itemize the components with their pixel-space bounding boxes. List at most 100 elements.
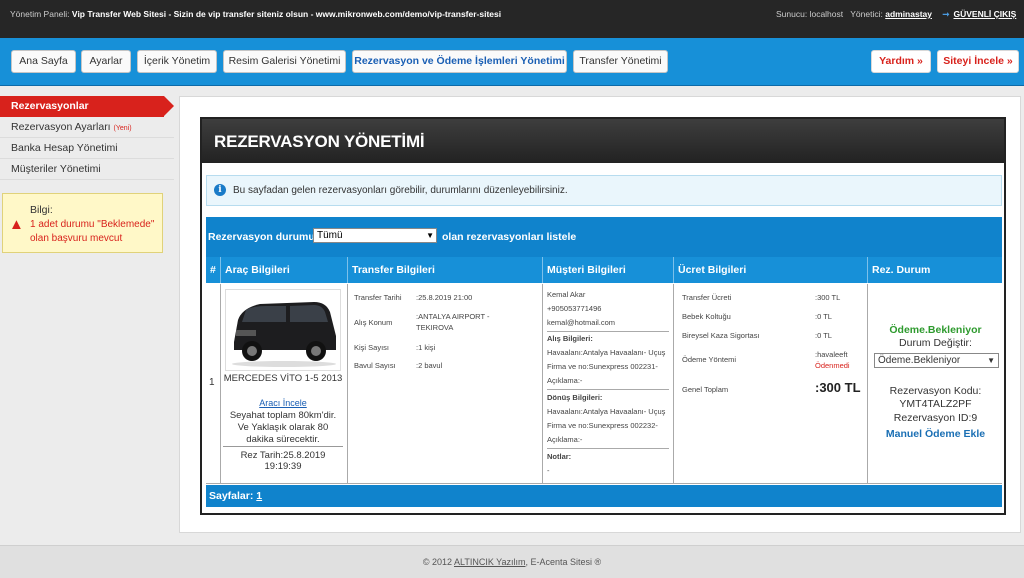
pickup-airport: Havaalanı:Antalya Havaalanı- Uçuş — [547, 348, 666, 357]
table-header: # Araç Bilgileri Transfer Bilgileri Müşt… — [206, 257, 1002, 283]
customer-name: Kemal Akar — [547, 290, 586, 299]
luggage-count-value: :2 bavul — [416, 361, 443, 370]
main-nav: Ana Sayfa Ayarlar İçerik Yönetim Resim G… — [0, 38, 1024, 86]
dropdown-arrow-icon: ▼ — [987, 356, 995, 365]
status-filter-select[interactable]: Tümü ▼ — [313, 228, 437, 243]
session-info: Sunucu: localhost Yönetici: adminastay ➞… — [776, 9, 1016, 20]
filter-suffix: olan rezervasyonları listele — [442, 231, 577, 243]
view-site-button[interactable]: Siteyi İncele » — [937, 50, 1019, 73]
view-vehicle-link[interactable]: Aracı İncele — [223, 398, 343, 408]
info-label: Bilgi: — [30, 204, 53, 216]
insurance-label: Bireysel Kaza Sigortası — [682, 331, 760, 340]
top-bar: Yönetim Paneli: Vip Transfer Web Sitesi … — [0, 0, 1024, 38]
filter-label: Rezervasyon durumu — [208, 231, 315, 243]
col-header-status: Rez. Durum — [867, 257, 1002, 283]
cell-transfer: Transfer Tarihi :25.8.2019 21:00 Alış Ko… — [347, 284, 542, 484]
notice-box: i Bu sayfadan gelen rezervasyonları göreb… — [206, 175, 1002, 206]
pickup-flight: Firma ve no:Sunexpress 002231- — [547, 362, 658, 371]
table-row: 1 MERCEDES VİTO 1-5 2013 Aracı İncele Se… — [206, 284, 1002, 484]
transfer-fee-label: Transfer Ücreti — [682, 293, 732, 302]
cell-price: Transfer Ücreti :300 TL Bebek Koltuğu :0… — [673, 284, 867, 484]
col-header-vehicle: Araç Bilgileri — [220, 257, 347, 283]
admin-link[interactable]: adminastay — [885, 9, 932, 19]
cell-vehicle: MERCEDES VİTO 1-5 2013 Aracı İncele Seya… — [220, 284, 347, 484]
nav-transfer[interactable]: Transfer Yönetimi — [573, 50, 668, 73]
cell-no: 1 — [206, 284, 220, 484]
status-current: Ödeme.Bekleniyor — [889, 324, 982, 336]
new-badge: (Yeni) — [113, 125, 132, 132]
payment-method-label: Ödeme Yöntemi — [682, 355, 737, 364]
sidebar-item-reservations[interactable]: Rezervasyonlar — [0, 96, 174, 117]
server-label: Sunucu: — [776, 9, 808, 19]
panel-label: Yönetim Paneli: — [10, 9, 70, 19]
row-number: 1 — [209, 377, 215, 388]
pickup-location-value: :ANTALYA AIRPORT - TEKIROVA — [416, 312, 490, 332]
pickup-location-label: Alış Konum — [354, 318, 393, 327]
status-select-value: Ödeme.Bekleniyor — [878, 355, 961, 366]
reservation-date: Rez Tarih:25.8.2019 19:19:39 — [223, 446, 343, 472]
col-header-customer: Müşteri Bilgileri — [542, 257, 673, 283]
reservation-code-label: Rezervasyon Kodu: — [889, 385, 982, 397]
transfer-date-value: :25.8.2019 21:00 — [416, 293, 473, 302]
content-area: REZERVASYON YÖNETİMİ i Bu sayfadan gelen … — [179, 96, 1021, 533]
van-illustration — [226, 290, 340, 370]
sidebar-item-label: Müşteriler Yönetimi — [11, 163, 101, 175]
baby-seat-value: :0 TL — [815, 312, 832, 321]
return-info-title: Dönüş Bilgileri: — [547, 393, 603, 402]
nav-home[interactable]: Ana Sayfa — [11, 50, 76, 73]
reservation-id-label: Rezervasyon ID: — [893, 412, 972, 424]
footer: © 2012 ALTINCIK Yazılım, E-Acenta Sitesi… — [0, 545, 1024, 578]
pending-link[interactable]: 1 adet durumu "Beklemede" olan başvuru m… — [30, 218, 160, 246]
help-button[interactable]: Yardım » — [871, 50, 931, 73]
baby-seat-label: Bebek Koltuğu — [682, 312, 731, 321]
transfer-fee-value: :300 TL — [815, 293, 841, 302]
passenger-count-label: Kişi Sayısı — [354, 343, 390, 352]
page-title: REZERVASYON YÖNETİMİ — [202, 119, 1004, 163]
admin-label: Yönetici: — [850, 9, 883, 19]
customer-email: kemal@hotmail.com — [547, 318, 616, 327]
server-value: localhost — [809, 9, 844, 19]
filter-bar: Rezervasyon durumu Tümü ▼ olan rezervasyo… — [206, 217, 1002, 257]
grand-total-value: :300 TL — [815, 380, 861, 395]
sidebar-item-bank-accounts[interactable]: Banka Hesap Yönetimi — [0, 138, 174, 159]
return-flight: Firma ve no:Sunexpress 002232- — [547, 421, 658, 430]
vehicle-image — [225, 289, 341, 371]
add-manual-payment-link[interactable]: Manuel Ödeme Ekle — [868, 428, 1003, 441]
dropdown-arrow-icon: ▼ — [426, 231, 434, 240]
vehicle-name: MERCEDES VİTO 1-5 2013 — [223, 373, 343, 384]
transfer-date-label: Transfer Tarihi — [354, 293, 402, 302]
page-link-1[interactable]: 1 — [256, 490, 262, 502]
pager-label: Sayfalar: — [209, 490, 254, 502]
pagination: Sayfalar: 1 — [206, 485, 1002, 507]
nav-content[interactable]: İçerik Yönetim — [137, 50, 217, 73]
col-header-transfer: Transfer Bilgileri — [347, 257, 542, 283]
notes-value: - — [547, 466, 550, 475]
payment-status: Ödenmedi — [815, 361, 850, 370]
insurance-value: :0 TL — [815, 331, 832, 340]
status-select[interactable]: Ödeme.Bekleniyor ▼ — [874, 353, 999, 368]
nav-settings[interactable]: Ayarlar — [81, 50, 131, 73]
pickup-note: Açıklama:- — [547, 376, 583, 385]
notice-text: Bu sayfadan gelen rezervasyonları görebi… — [233, 185, 568, 196]
payment-method-value: :havaleeft — [815, 350, 848, 359]
company-link[interactable]: ALTINCIK Yazılım — [454, 557, 526, 567]
copyright: © 2012 — [422, 557, 452, 567]
sidebar-item-label: Banka Hesap Yönetimi — [11, 142, 118, 154]
sidebar-item-reservation-settings[interactable]: Rezervasyon Ayarları (Yeni) — [0, 117, 174, 138]
cell-customer: Kemal Akar +905053771496 kemal@hotmail.c… — [542, 284, 673, 484]
reservation-code: YMT4TALZ2PF — [899, 398, 972, 410]
nav-reservations[interactable]: Rezervasyon ve Ödeme İşlemleri Yönetimi — [352, 50, 567, 73]
sidebar-item-customers[interactable]: Müşteriler Yönetimi — [0, 159, 174, 180]
footer-suffix: , E-Acenta Sitesi ® — [525, 557, 602, 567]
reservation-id: 9 — [971, 412, 978, 424]
customer-phone: +905053771496 — [547, 304, 602, 313]
filter-value: Tümü — [317, 230, 343, 241]
info-icon: i — [214, 184, 226, 196]
site-title-text: Vip Transfer Web Sitesi - Sizin de vip t… — [71, 9, 502, 19]
notes-title: Notlar: — [547, 452, 572, 461]
warning-icon: ▲ — [9, 216, 24, 233]
sidebar-item-label: Rezervasyonlar — [11, 100, 89, 112]
divider — [547, 389, 669, 390]
nav-gallery[interactable]: Resim Galerisi Yönetimi — [223, 50, 346, 73]
logout-link[interactable]: GÜVENLİ ÇIKIŞ — [954, 9, 1017, 19]
